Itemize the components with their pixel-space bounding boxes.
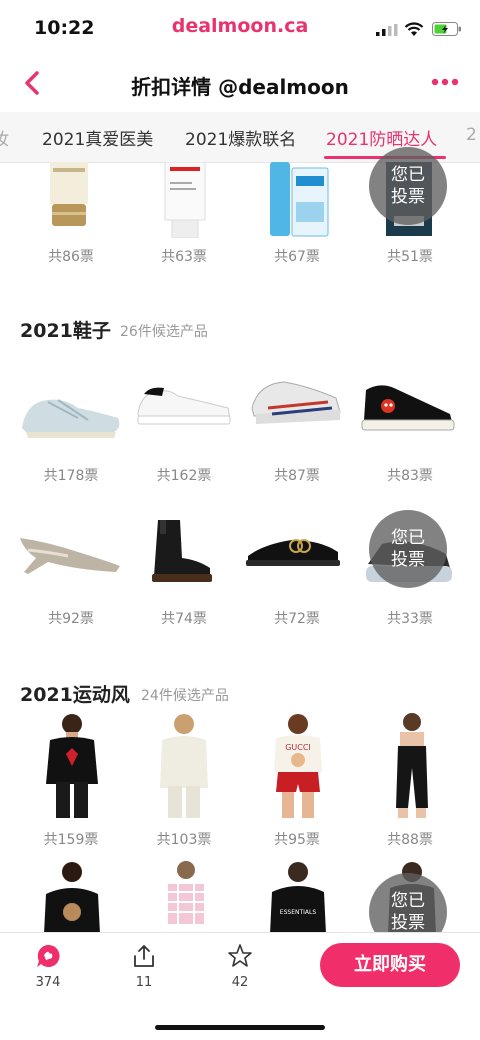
section-count-sport: 24件候选产品 (141, 688, 229, 704)
product-sport-black-sweatshirt[interactable] (42, 712, 102, 822)
product-shoe-gucci-mule[interactable] (244, 530, 342, 570)
tab-partial-left[interactable]: 妆 (0, 125, 9, 150)
wifi-icon (404, 22, 424, 36)
product-sport-pink-top[interactable] (156, 858, 216, 934)
vote-count: 共87票 (274, 468, 320, 484)
vote-count: 共178票 (43, 468, 99, 484)
product-sunscreen-1[interactable] (44, 162, 94, 228)
status-bar: 10:22 dealmoon.ca (0, 0, 480, 58)
home-indicator (155, 1025, 325, 1030)
tab-sunscreen[interactable]: 2021防晒达人 (326, 125, 437, 150)
product-shoe-cdg-converse[interactable] (360, 380, 456, 432)
comments-action[interactable]: 374 (24, 943, 72, 990)
vote-count: 共67票 (274, 249, 320, 265)
tab-partial-right[interactable]: 2 (466, 125, 477, 145)
tab-collab[interactable]: 2021爆款联名 (185, 125, 296, 150)
essentials-print: ESSENTIALS (280, 909, 317, 916)
vote-count: 共51票 (387, 249, 433, 265)
product-shoe-yeezy[interactable] (18, 388, 124, 440)
favorite-action[interactable]: 42 (216, 943, 264, 990)
section-title-sport: 2021运动风 (20, 684, 130, 706)
shares-count: 11 (135, 975, 153, 990)
buy-now-button[interactable]: 立即购买 (320, 943, 460, 987)
bottom-action-bar: 374 11 42 立即购买 (0, 932, 480, 1040)
product-sport-cream-sweatshirt[interactable] (154, 712, 214, 822)
vote-count: 共63票 (161, 249, 207, 265)
tab-medical-beauty[interactable]: 2021真爱医美 (42, 125, 153, 150)
product-sport-leggings[interactable] (382, 712, 442, 822)
more-icon[interactable] (430, 74, 460, 90)
voted-badge-sunscreen: 您已投票 (369, 147, 447, 225)
vote-count: 共92票 (48, 611, 94, 627)
voted-badge-shoes: 您已投票 (369, 510, 447, 588)
product-shoe-triple-s[interactable] (248, 378, 344, 428)
vote-count: 共74票 (161, 611, 207, 627)
page-title: 折扣详情 @dealmoon (131, 75, 349, 99)
vote-count: 共95票 (274, 832, 320, 848)
product-sunscreen-2[interactable] (160, 162, 210, 238)
star-icon (228, 944, 252, 967)
gucci-print: GUCCI (285, 743, 311, 752)
vote-count: 共72票 (274, 611, 320, 627)
product-shoe-glitter-pump[interactable] (18, 522, 122, 580)
nav-bar: 折扣详情 @dealmoon (0, 58, 480, 112)
share-icon (134, 944, 154, 967)
comment-icon (37, 944, 60, 967)
vote-count: 共103票 (156, 832, 212, 848)
vote-count: 共162票 (156, 468, 212, 484)
product-sunscreen-3[interactable] (270, 162, 330, 238)
product-sport-gucci-tee[interactable]: GUCCI (268, 712, 328, 822)
vote-count: 共88票 (387, 832, 433, 848)
section-count-shoes: 26件候选产品 (120, 324, 208, 340)
section-title-shoes: 2021鞋子 (20, 320, 111, 342)
product-sport-bear-hoodie[interactable] (42, 858, 102, 934)
vote-count: 共86票 (48, 249, 94, 265)
battery-icon (432, 22, 461, 36)
vote-count: 共33票 (387, 611, 433, 627)
comments-count: 374 (35, 975, 61, 990)
share-action[interactable]: 11 (120, 943, 168, 990)
product-sport-essentials-hoodie[interactable]: ESSENTIALS (268, 858, 328, 934)
product-shoe-mcqueen[interactable] (134, 380, 234, 430)
vote-count: 共159票 (43, 832, 99, 848)
vote-count: 共83票 (387, 468, 433, 484)
favorites-count: 42 (231, 975, 249, 990)
product-shoe-chelsea-boot[interactable] (150, 518, 214, 584)
signal-icon (376, 24, 398, 36)
